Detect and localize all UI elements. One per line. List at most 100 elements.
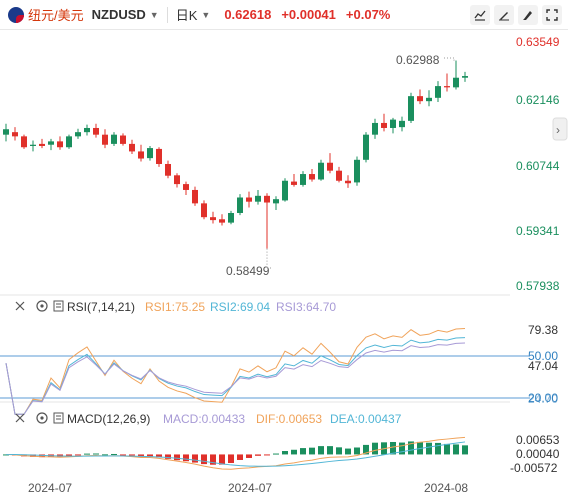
candle-body[interactable] <box>444 86 450 88</box>
candle-body[interactable] <box>39 143 45 146</box>
price-change-percent: +0.07% <box>345 7 391 22</box>
fullscreen-icon <box>546 9 558 21</box>
chevron-down-icon[interactable]: ▼ <box>150 10 159 20</box>
symbol-selector[interactable]: NZDUSD <box>92 7 146 22</box>
pair-cn-name[interactable]: 纽元/美元 <box>28 5 84 24</box>
draw-button[interactable] <box>494 5 514 25</box>
pen-button[interactable] <box>518 5 538 25</box>
fullscreen-button[interactable] <box>542 5 562 25</box>
candle-body[interactable] <box>345 180 351 184</box>
macd-bar <box>399 442 405 455</box>
macd-bar <box>444 443 450 455</box>
candle-body[interactable] <box>219 219 225 223</box>
candle-body[interactable] <box>246 197 252 202</box>
candle-body[interactable] <box>111 134 117 144</box>
candle-body[interactable] <box>147 148 153 159</box>
candle-body[interactable] <box>210 217 216 221</box>
macd-settings-icon[interactable] <box>36 412 48 424</box>
last-price: 0.62618 <box>224 7 272 22</box>
candle-body[interactable] <box>282 180 288 201</box>
macd-info-icon[interactable] <box>53 412 64 424</box>
candle-body[interactable] <box>300 174 306 185</box>
draw-icon <box>499 12 509 21</box>
chart-canvas[interactable]: 0.63549 0.62146 0.60744 0.59341 0.57938 … <box>0 30 568 499</box>
candle-body[interactable] <box>138 151 144 159</box>
candle-body[interactable] <box>372 122 378 135</box>
candle-body[interactable] <box>84 127 90 133</box>
candle-body[interactable] <box>417 96 423 102</box>
dif-line <box>5 436 466 470</box>
rsi-axis-label: 47.04 <box>528 359 558 373</box>
macd-bar <box>237 454 243 460</box>
collapse-sidebar-button[interactable]: › <box>552 117 568 141</box>
candle-body[interactable] <box>273 199 279 204</box>
candle-body[interactable] <box>75 132 81 137</box>
macd-close-icon[interactable] <box>15 413 25 423</box>
macd-bar <box>120 454 126 456</box>
candle-body[interactable] <box>255 195 261 202</box>
candle-body[interactable] <box>174 175 180 185</box>
candle-body[interactable] <box>30 144 36 146</box>
settings-icon[interactable] <box>36 300 48 312</box>
candle-body[interactable] <box>192 189 198 204</box>
candle-body[interactable] <box>183 184 189 190</box>
candle-body[interactable] <box>291 181 297 185</box>
candle-body[interactable] <box>201 203 207 218</box>
candle-body[interactable] <box>21 136 27 148</box>
candle-body[interactable] <box>156 148 162 164</box>
candle-body[interactable] <box>228 212 234 223</box>
candle-body[interactable] <box>57 141 63 148</box>
pen-icon <box>523 11 532 20</box>
candle-body[interactable] <box>336 170 342 181</box>
candle-body[interactable] <box>264 195 270 203</box>
candle-body[interactable] <box>435 86 441 98</box>
period-chevron-down-icon[interactable]: ▼ <box>201 10 210 20</box>
macd-bar <box>192 454 198 463</box>
macd-bar <box>291 449 297 455</box>
candle-body[interactable] <box>354 159 360 183</box>
candle-body[interactable] <box>48 141 54 145</box>
candle-body[interactable] <box>381 122 387 128</box>
candle-body[interactable] <box>399 120 405 128</box>
dea-line <box>5 441 466 467</box>
macd-bar <box>93 453 99 455</box>
candle-body[interactable] <box>363 134 369 160</box>
candle-body[interactable] <box>390 119 396 128</box>
candle-body[interactable] <box>129 143 135 152</box>
candle-body[interactable] <box>318 162 324 180</box>
candle-body[interactable] <box>462 76 468 78</box>
indicator-button[interactable] <box>470 5 490 25</box>
candle-body[interactable] <box>12 132 18 137</box>
price-change: +0.00041 <box>281 7 336 22</box>
macd-title: MACD(12,26,9) <box>67 412 150 426</box>
period-selector[interactable]: 日K <box>176 5 198 24</box>
candle-body[interactable] <box>3 129 9 135</box>
macd-bar <box>345 448 351 455</box>
candle-body[interactable] <box>120 135 126 144</box>
candle-body[interactable] <box>102 134 108 145</box>
macd-bar <box>84 453 90 455</box>
candle-body[interactable] <box>426 97 432 102</box>
macd-bar <box>462 445 468 455</box>
macd-bar <box>111 453 117 455</box>
candle-body[interactable] <box>453 77 459 88</box>
candle-body[interactable] <box>165 163 171 176</box>
rsi-lines-group <box>5 327 466 415</box>
candle-body[interactable] <box>237 197 243 213</box>
candle-body[interactable] <box>93 127 99 135</box>
rsi1-label: RSI1:75.25 <box>145 300 205 314</box>
macd-axis-label: -0.00572 <box>510 461 558 475</box>
info-icon[interactable] <box>53 300 64 312</box>
macd-bar <box>165 454 171 459</box>
macd-bar <box>273 453 279 455</box>
macd-bar <box>129 454 135 456</box>
candle-body[interactable] <box>408 96 414 121</box>
candle-body[interactable] <box>327 162 333 171</box>
divider <box>166 6 168 23</box>
candle-body[interactable] <box>66 136 72 148</box>
close-icon[interactable] <box>15 301 25 311</box>
macd-bar <box>318 446 324 455</box>
candle-body[interactable] <box>309 174 315 180</box>
price-axis-label: 0.57938 <box>516 279 560 293</box>
candles-group <box>3 60 468 249</box>
